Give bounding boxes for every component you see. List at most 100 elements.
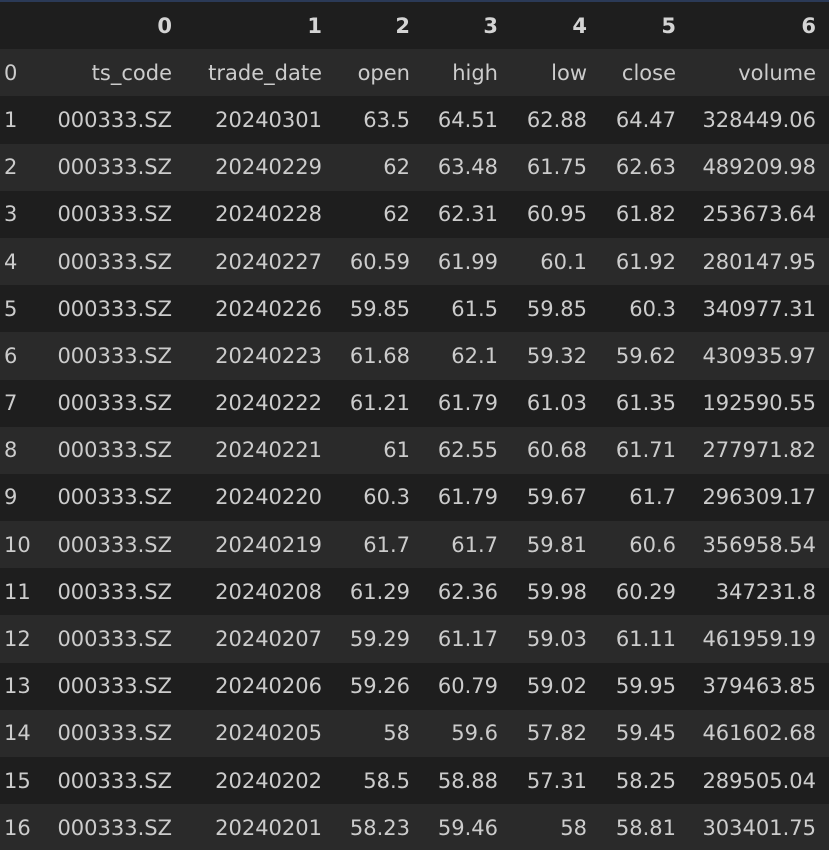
- table-cell: close: [621, 60, 676, 85]
- table-cell: 60.79: [437, 674, 498, 699]
- table-row: 5 000333.SZ 20240226 59.85 61.5 59.85 60.3 3409…: [0, 285, 829, 333]
- table-cell: 57.31: [526, 768, 587, 793]
- table-cell: 61.79: [437, 485, 498, 510]
- table-row: 16 000333.SZ 20240201 58.23 59.46 58 58.81 3034…: [0, 804, 829, 850]
- table-cell: 57.82: [526, 721, 587, 746]
- table-cell: 000333.SZ: [57, 627, 172, 652]
- table-row: 14 000333.SZ 20240205 58 59.6 57.82 59.45 46160…: [0, 709, 829, 757]
- table-cell: 62.36: [437, 579, 498, 604]
- table-cell: 277971.82: [702, 438, 816, 463]
- row-index-cell: 2: [4, 155, 18, 180]
- table-cell: 60.59: [349, 249, 410, 274]
- table-cell: 63.48: [437, 155, 498, 180]
- table-cell: 59.02: [526, 674, 587, 699]
- table-cell: 59.32: [526, 343, 587, 368]
- row-index-cell: 1: [4, 107, 18, 132]
- table-cell: 59.81: [526, 532, 587, 557]
- table-cell: 59.62: [615, 343, 676, 368]
- column-header: 1: [185, 2, 335, 50]
- table-cell: 58: [560, 815, 587, 840]
- table-row: 1 000333.SZ 20240301 63.5 64.51 62.88 64.47 328…: [0, 96, 829, 144]
- table-cell: 489209.98: [702, 155, 816, 180]
- table-cell: 60.1: [540, 249, 587, 274]
- table-header: 0 1 2 3 4 5 6: [0, 2, 829, 50]
- table-row: 13 000333.SZ 20240206 59.26 60.79 59.02 59.95 3…: [0, 662, 829, 710]
- table-cell: 20240221: [215, 438, 322, 463]
- table-cell: 280147.95: [702, 249, 816, 274]
- table-cell: 61.82: [615, 202, 676, 227]
- index-header-cell: [0, 2, 45, 50]
- table-cell: 000333.SZ: [57, 674, 172, 699]
- table-cell: 61.99: [437, 249, 498, 274]
- table-cell: 20240228: [215, 202, 322, 227]
- table-cell: 61.7: [451, 532, 498, 557]
- table-cell: 62.55: [437, 438, 498, 463]
- table-cell: 58.23: [349, 815, 410, 840]
- table-cell: 58.25: [615, 768, 676, 793]
- table-cell: 20240206: [215, 674, 322, 699]
- table-cell: 000333.SZ: [57, 721, 172, 746]
- row-index-cell: 16: [4, 815, 31, 840]
- column-header: 6: [689, 2, 829, 50]
- table-cell: 000333.SZ: [57, 579, 172, 604]
- dataframe-output: 0 1 2 3 4 5 6 0 ts_code trade_date open high…: [0, 0, 829, 850]
- table-cell: 20240202: [215, 768, 322, 793]
- table-cell: 61.21: [349, 391, 410, 416]
- table-cell: 62.63: [615, 155, 676, 180]
- table-row: 0 ts_code trade_date open high low close volume: [0, 49, 829, 97]
- table-cell: 000333.SZ: [57, 249, 172, 274]
- table-cell: 64.47: [615, 107, 676, 132]
- table-row: 4 000333.SZ 20240227 60.59 61.99 60.1 61.92 280…: [0, 237, 829, 286]
- table-cell: 347231.8: [715, 579, 816, 604]
- table-cell: 20240223: [215, 343, 322, 368]
- table-cell: 000333.SZ: [57, 532, 172, 557]
- table-cell: 60.3: [363, 485, 410, 510]
- table-cell: 62.1: [451, 343, 498, 368]
- table-row: 15 000333.SZ 20240202 58.5 58.88 57.31 58.25 28…: [0, 757, 829, 805]
- table-cell: 61.5: [451, 296, 498, 321]
- table-row: 10 000333.SZ 20240219 61.7 61.7 59.81 60.6 3569…: [0, 521, 829, 569]
- table-cell: 253673.64: [702, 202, 816, 227]
- table-cell: 60.68: [526, 438, 587, 463]
- table-row: 8 000333.SZ 20240221 61 62.55 60.68 61.71 27797…: [0, 426, 829, 474]
- table-cell: 59.03: [526, 627, 587, 652]
- table-cell: 58: [383, 721, 410, 746]
- table-row: 3 000333.SZ 20240228 62 62.31 60.95 61.82 25367…: [0, 190, 829, 238]
- row-index-cell: 6: [4, 343, 18, 368]
- table-cell: 000333.SZ: [57, 391, 172, 416]
- table-cell: low: [551, 60, 587, 85]
- dataframe-table: 0 1 2 3 4 5 6 0 ts_code trade_date open high…: [0, 2, 829, 850]
- table-cell: 62: [383, 155, 410, 180]
- table-cell: trade_date: [208, 60, 322, 85]
- table-cell: 64.51: [437, 107, 498, 132]
- table-cell: 20240227: [215, 249, 322, 274]
- table-cell: 60.29: [615, 579, 676, 604]
- table-cell: 60.3: [629, 296, 676, 321]
- column-header: 5: [600, 2, 689, 50]
- table-cell: 000333.SZ: [57, 485, 172, 510]
- table-cell: 60.6: [629, 532, 676, 557]
- table-cell: 461959.19: [702, 627, 816, 652]
- column-header: 0: [45, 2, 185, 50]
- table-cell: 59.85: [526, 296, 587, 321]
- table-cell: 61.79: [437, 391, 498, 416]
- table-cell: 000333.SZ: [57, 815, 172, 840]
- row-index-cell: 9: [4, 485, 18, 510]
- table-cell: 000333.SZ: [57, 155, 172, 180]
- table-cell: 000333.SZ: [57, 438, 172, 463]
- table-cell: 59.45: [615, 721, 676, 746]
- table-cell: 59.46: [437, 815, 498, 840]
- table-cell: 59.98: [526, 579, 587, 604]
- table-cell: 000333.SZ: [57, 107, 172, 132]
- column-header: 4: [511, 2, 600, 50]
- table-cell: 61.29: [349, 579, 410, 604]
- table-body: 0 ts_code trade_date open high low close volume…: [0, 49, 829, 850]
- table-cell: 62.31: [437, 202, 498, 227]
- table-cell: 61.7: [363, 532, 410, 557]
- table-cell: 61.71: [615, 438, 676, 463]
- table-cell: 62.88: [526, 107, 587, 132]
- table-cell: 192590.55: [702, 391, 816, 416]
- table-cell: 328449.06: [702, 107, 816, 132]
- table-cell: 303401.75: [702, 815, 816, 840]
- table-cell: open: [357, 60, 410, 85]
